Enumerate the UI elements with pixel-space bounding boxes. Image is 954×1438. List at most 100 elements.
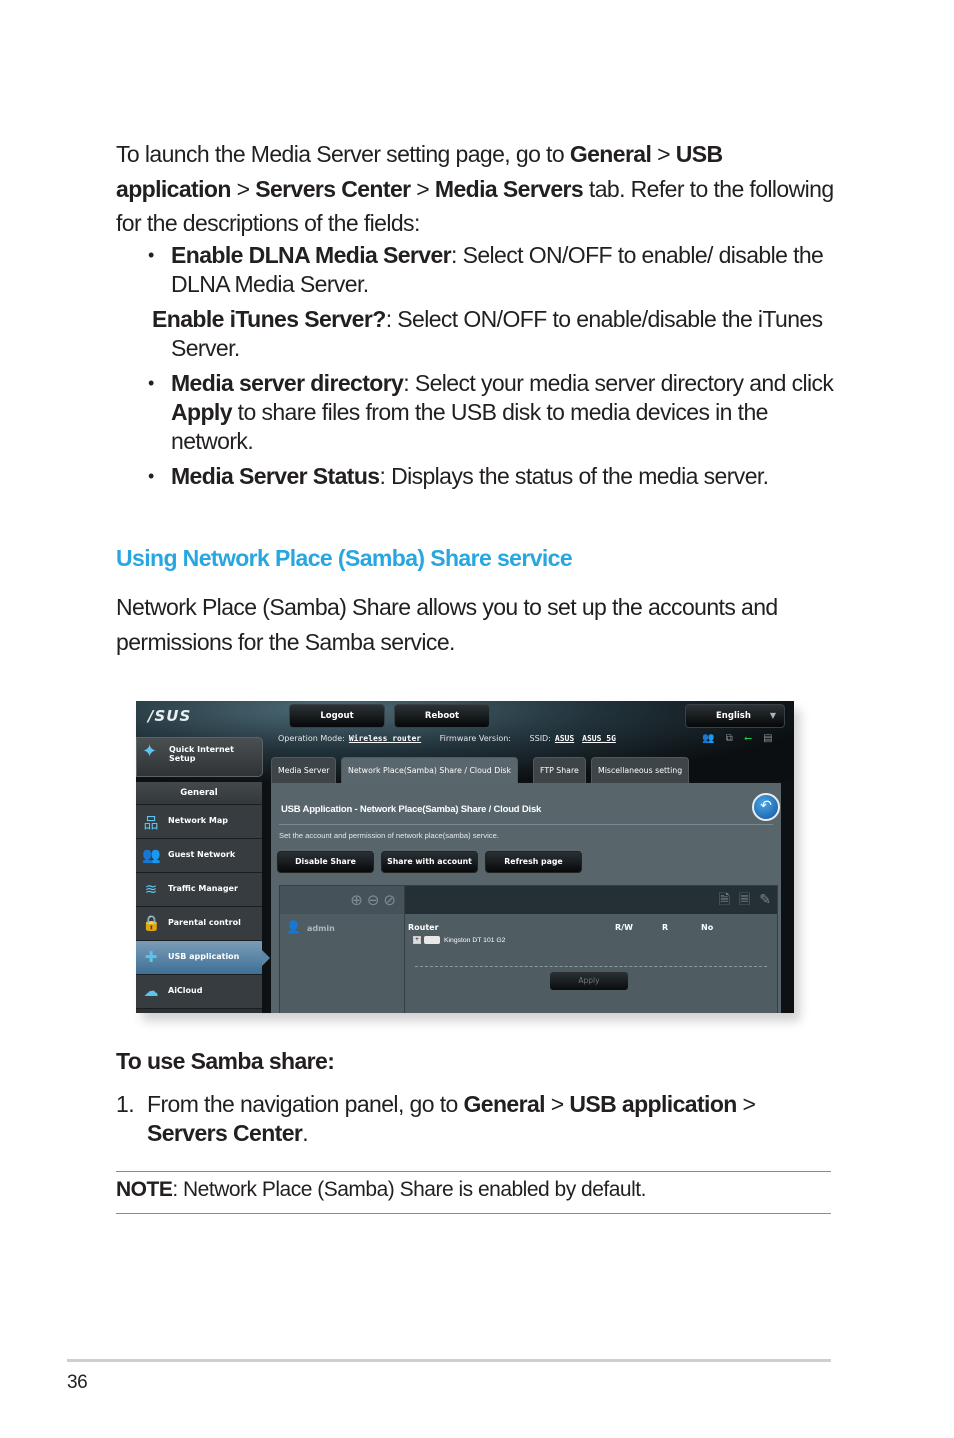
share-permissions-area: ⊕ ⊖ ⊘ 👤 admin 🗎 🗏 ✎ Router R/W R No + Kingston… xyxy=(279,885,778,1013)
usb-icon[interactable]: ⭠ xyxy=(744,733,752,744)
bullet: • xyxy=(148,373,154,393)
nav-general: General xyxy=(463,1091,545,1117)
account-item[interactable]: 👤 admin xyxy=(286,920,335,934)
definition: : Displays the status of the media serve… xyxy=(379,463,769,489)
quick-internet-setup-button[interactable]: ✦ Quick Internet Setup xyxy=(136,737,263,777)
expand-icon[interactable]: + xyxy=(413,936,421,944)
column-header-rw: R/W xyxy=(615,923,633,932)
separator: > xyxy=(651,141,676,167)
remove-account-icon[interactable]: ⊖ xyxy=(367,891,380,909)
tab-ftp-share[interactable]: FTP Share xyxy=(533,757,586,784)
field-descriptions-list: • Enable DLNA Media Server: Select ON/OFF… xyxy=(146,241,846,497)
note-text: : Network Place (Samba) Share is enabled… xyxy=(172,1178,646,1201)
column-header-r: R xyxy=(662,923,669,932)
tab-network-place-samba[interactable]: Network Place(Samba) Share / Cloud Disk xyxy=(341,757,518,784)
disk-name: Kingston DT 101 G2 xyxy=(444,936,506,944)
definition: to share files from the USB disk to medi… xyxy=(171,399,768,454)
sidebar-item-label: Network Map xyxy=(168,816,228,825)
separator: > xyxy=(230,175,256,202)
folder-toolbar: 🗎 🗏 ✎ xyxy=(405,886,777,914)
list-item: • Media Server Status: Displays the statu… xyxy=(146,462,846,491)
nav-general: General xyxy=(569,141,652,167)
back-icon[interactable]: ↶ xyxy=(752,793,780,821)
sidebar-item-traffic-manager[interactable]: ≋ Traffic Manager xyxy=(136,873,262,907)
clients-icon[interactable]: 👥 xyxy=(702,733,714,744)
ssid-link[interactable]: ASUS xyxy=(555,734,574,743)
router-ui-screenshot: /SUS Logout Reboot English ▼ Operation M… xyxy=(136,701,794,1013)
intro-paragraph: To launch the Media Server setting page,… xyxy=(116,137,836,241)
sidebar-item-aicloud[interactable]: ☁ AiCloud xyxy=(136,975,262,1009)
term: Media server directory xyxy=(171,370,404,396)
section-heading: Using Network Place (Samba) Share servic… xyxy=(116,545,573,571)
separator: > xyxy=(410,175,435,202)
nav-usb-application: USB application xyxy=(569,1091,737,1117)
sidebar-item-network-map[interactable]: 品 Network Map xyxy=(136,805,262,839)
term: Media Server Status xyxy=(171,463,380,489)
firmware-label: Firmware Version: xyxy=(439,734,511,743)
op-mode-label: Operation Mode: xyxy=(278,734,345,743)
delete-folder-icon[interactable]: 🗏 xyxy=(739,892,750,908)
account-toolbar: ⊕ ⊖ ⊘ xyxy=(280,886,404,914)
bullet: • xyxy=(148,466,154,486)
list-item: • Media server directory: Select your med… xyxy=(146,369,846,456)
language-value: English xyxy=(716,711,751,721)
sidebar-item-guest-network[interactable]: 👥 Guest Network xyxy=(136,839,262,873)
sidebar-header: General xyxy=(136,782,262,805)
sidebar-item-parental-control[interactable]: 🔒 Parental control xyxy=(136,907,262,941)
printer-icon[interactable]: ▤ xyxy=(763,733,772,744)
apply-button[interactable]: Apply xyxy=(550,972,628,990)
step-number: 1. xyxy=(116,1091,135,1117)
list-item: Enable iTunes Server?: Select ON/OFF to … xyxy=(146,305,846,363)
ssid-label: SSID: xyxy=(529,734,551,743)
nav-media-servers: Media Servers xyxy=(434,175,584,202)
quick-setup-label: Quick Internet Setup xyxy=(169,745,234,763)
edit-folder-icon[interactable]: ✎ xyxy=(759,892,771,908)
page-number: 36 xyxy=(67,1372,88,1393)
cloud-icon: ☁ xyxy=(143,982,159,1000)
user-icon: 👤 xyxy=(286,920,301,934)
share-with-account-button[interactable]: Share with account xyxy=(381,851,478,873)
divider xyxy=(415,966,767,967)
op-mode-link[interactable]: Wireless router xyxy=(349,734,421,743)
sidebar-item-label: Guest Network xyxy=(168,850,236,859)
network-map-icon: 品 xyxy=(143,814,159,832)
text: . xyxy=(302,1120,309,1146)
network-icon[interactable]: ⧉ xyxy=(726,733,733,744)
tab-miscellaneous-setting[interactable]: Miscellaneous setting xyxy=(591,757,690,784)
definition: : Select your media server directory and… xyxy=(403,370,834,396)
lock-icon: 🔒 xyxy=(142,914,161,932)
status-icons: 👥 ⧉ ⭠ ▤ xyxy=(702,733,781,744)
content-panel: USB Application - Network Place(Samba) S… xyxy=(271,783,781,1013)
sidebar: General 品 Network Map 👥 Guest Network ≋ Tra… xyxy=(136,782,270,1013)
sidebar-item-label: Parental control xyxy=(168,918,241,927)
reboot-button[interactable]: Reboot xyxy=(394,704,490,728)
disk-tree-item[interactable]: + Kingston DT 101 G2 xyxy=(413,936,505,944)
separator: > xyxy=(736,1091,756,1117)
chevron-down-icon: ▼ xyxy=(769,711,776,720)
list-item: • Enable DLNA Media Server: Select ON/OFF… xyxy=(146,241,846,299)
edit-account-icon[interactable]: ⊘ xyxy=(383,891,396,909)
sidebar-item-usb-application[interactable]: ✚ USB application xyxy=(136,941,270,975)
add-account-icon[interactable]: ⊕ xyxy=(350,891,363,909)
language-select[interactable]: English ▼ xyxy=(685,704,785,728)
tab-media-server[interactable]: Media Server xyxy=(271,757,337,784)
step-text: From the navigation panel, go to General… xyxy=(116,1090,836,1148)
add-folder-icon[interactable]: 🗎 xyxy=(719,892,730,908)
refresh-page-button[interactable]: Refresh page xyxy=(485,851,582,873)
column-header-device: Router xyxy=(408,923,439,932)
column-header-no: No xyxy=(701,923,714,932)
nav-servers-center: Servers Center xyxy=(147,1120,303,1146)
magic-wand-icon: ✦ xyxy=(142,741,158,762)
disable-share-button[interactable]: Disable Share xyxy=(277,851,374,873)
text: To launch the Media Server setting page,… xyxy=(116,141,570,167)
logout-button[interactable]: Logout xyxy=(289,704,385,728)
ssid-link[interactable]: ASUS_5G xyxy=(582,734,616,743)
note-label: NOTE xyxy=(116,1178,173,1201)
step-1: 1. From the navigation panel, go to Gene… xyxy=(116,1090,836,1148)
traffic-manager-icon: ≋ xyxy=(144,880,158,898)
status-bar: Operation Mode: Wireless router Firmware … xyxy=(278,734,616,743)
footer-rule xyxy=(67,1359,831,1362)
usb-disk-icon xyxy=(424,936,440,944)
sidebar-item-label: AiCloud xyxy=(168,986,203,995)
term: Enable DLNA Media Server xyxy=(171,242,452,268)
